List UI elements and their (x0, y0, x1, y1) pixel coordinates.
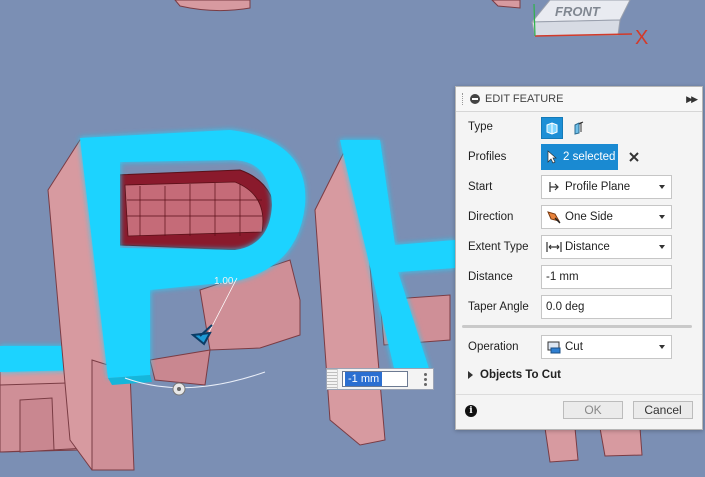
row-operation: Operation Cut (456, 334, 702, 360)
inline-value-text: -1 mm (345, 372, 383, 386)
extent-type-value: Distance (565, 241, 610, 253)
type-label: Type (468, 121, 493, 133)
type-thin-extrude-button[interactable] (568, 117, 590, 139)
view-cube-front-label: FRONT (555, 4, 601, 19)
x-axis-label: X (635, 27, 648, 49)
one-side-icon (545, 208, 563, 226)
row-start: Start Profile Plane (456, 174, 702, 200)
direction-dropdown[interactable]: One Side (541, 205, 672, 229)
clear-selection-icon[interactable] (628, 151, 640, 163)
objects-to-cut-label: Objects To Cut (480, 369, 561, 381)
distance-input[interactable]: -1 mm (541, 265, 672, 289)
section-divider (462, 325, 692, 328)
extent-type-label: Extent Type (468, 241, 529, 253)
profiles-selection-text: 2 selected (563, 151, 616, 163)
ok-button[interactable]: OK (563, 401, 623, 419)
partial-body-top-right (491, 0, 521, 9)
info-icon[interactable]: i (465, 405, 477, 417)
profiles-label: Profiles (468, 151, 507, 163)
triangle-right-icon (468, 371, 473, 379)
extent-type-dropdown[interactable]: Distance (541, 235, 672, 259)
footer-divider (456, 394, 702, 395)
distance-label: Distance (468, 271, 513, 283)
direction-value: One Side (565, 211, 613, 223)
view-cube[interactable]: FRONT X (520, 0, 660, 50)
profile-plane-icon (545, 178, 563, 196)
start-value: Profile Plane (565, 181, 631, 193)
objects-to-cut-toggle[interactable]: Objects To Cut (468, 369, 561, 381)
start-label: Start (468, 181, 493, 193)
partial-body-top-left (174, 0, 251, 12)
drag-grip-icon[interactable] (327, 369, 338, 389)
cancel-button[interactable]: Cancel (633, 401, 693, 419)
operation-value: Cut (565, 341, 583, 353)
cursor-arrow-icon (547, 150, 557, 164)
row-type: Type (456, 114, 702, 140)
operation-label: Operation (468, 341, 519, 353)
inline-value-field[interactable]: -1 mm (342, 371, 408, 387)
cut-icon (545, 338, 563, 356)
operation-dropdown[interactable]: Cut (541, 335, 672, 359)
chevron-down-icon (659, 345, 665, 349)
row-taper-angle: Taper Angle 0.0 deg (456, 294, 702, 320)
chevron-down-icon (659, 245, 665, 249)
panel-header[interactable]: EDIT FEATURE ▶▶ (456, 87, 702, 112)
row-distance: Distance -1 mm (456, 264, 702, 290)
panel-title: EDIT FEATURE (485, 93, 564, 105)
taper-angle-label: Taper Angle (468, 301, 529, 313)
row-direction: Direction One Side (456, 204, 702, 230)
taper-angle-input[interactable]: 0.0 deg (541, 295, 672, 319)
distance-value: -1 mm (546, 271, 579, 283)
double-chevron-right-icon[interactable]: ▶▶ (686, 94, 698, 105)
partial-body-bottom-right (544, 427, 579, 463)
letter-p-body (47, 130, 306, 471)
letter-h-body (314, 140, 455, 446)
panel-grab-handle[interactable] (462, 93, 466, 105)
minus-circle-icon[interactable] (470, 94, 480, 104)
edit-feature-panel: EDIT FEATURE ▶▶ Type Profiles 2 selected… (455, 86, 703, 430)
dimension-hint: 1.00 (214, 276, 234, 287)
row-profiles: Profiles 2 selected (456, 144, 702, 170)
more-options-icon[interactable] (424, 372, 427, 386)
taper-angle-value: 0.0 deg (546, 301, 585, 313)
direction-label: Direction (468, 211, 514, 223)
row-extent-type: Extent Type Distance (456, 234, 702, 260)
partial-body-bottom-right-2 (599, 427, 643, 457)
inline-distance-input[interactable]: -1 mm (326, 368, 434, 390)
start-dropdown[interactable]: Profile Plane (541, 175, 672, 199)
type-solid-extrude-button[interactable] (541, 117, 563, 139)
chevron-down-icon (659, 185, 665, 189)
profiles-selection-button[interactable]: 2 selected (541, 144, 618, 170)
distance-arrows-icon (545, 238, 563, 256)
chevron-down-icon (659, 215, 665, 219)
